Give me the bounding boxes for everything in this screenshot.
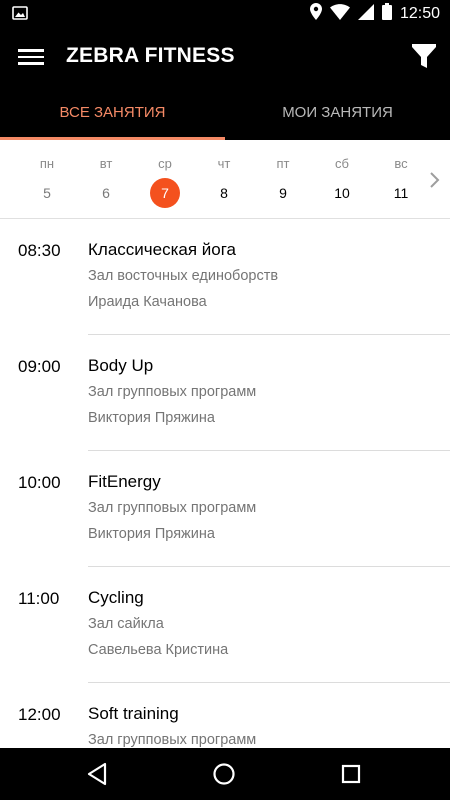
recents-icon[interactable] [340,762,366,786]
day-name: вт [99,156,113,171]
status-time: 12:50 [399,5,440,22]
day-name: сб [335,156,349,171]
menu-icon[interactable] [18,46,44,70]
session-title: Soft training [88,704,179,723]
session-room: Зал групповых программ [88,384,257,400]
session-room: Зал групповых программ [88,732,257,748]
system-nav-bar [0,748,450,800]
day-number: 8 [220,185,228,201]
day-thursday[interactable]: чт 8 [204,140,244,208]
session-room: Зал групповых программ [88,500,257,516]
location-icon [309,3,322,25]
day-number: 9 [279,185,287,201]
list-item[interactable]: 11:00 Cycling Зал сайкла Савельева Крист… [0,567,450,683]
filter-icon[interactable] [412,44,436,70]
session-list: 08:30 Классическая йога Зал восточных ед… [0,219,450,748]
tab-my-classes[interactable]: МОИ ЗАНЯТИЯ [225,88,450,140]
session-trainer: Виктория Пряжина [88,410,215,426]
session-time: 12:00 [18,705,61,724]
day-friday[interactable]: пт 9 [263,140,303,208]
session-time: 09:00 [18,357,61,376]
session-title: Cycling [88,588,144,607]
day-number: 5 [43,185,51,201]
wifi-icon [329,3,350,25]
chevron-right-icon[interactable] [428,170,442,190]
day-name: пт [276,156,290,171]
day-number: 10 [334,185,350,201]
tab-bar: ВСЕ ЗАНЯТИЯ МОИ ЗАНЯТИЯ [0,88,450,140]
battery-icon [381,3,392,25]
home-icon[interactable] [212,762,238,786]
session-room: Зал восточных единоборств [88,268,279,284]
session-title: Body Up [88,356,154,375]
day-name: пн [39,156,55,171]
day-tuesday[interactable]: вт 6 [86,140,126,208]
session-title: FitEnergy [88,472,161,491]
day-number: 11 [393,185,409,201]
day-monday[interactable]: пн 5 [27,140,67,208]
list-item[interactable]: 10:00 FitEnergy Зал групповых программ В… [0,451,450,567]
day-name: вс [394,156,408,171]
session-time: 11:00 [18,589,60,608]
day-name: чт [217,156,231,171]
day-wednesday[interactable]: ср 7 [145,140,185,208]
list-item[interactable]: 08:30 Классическая йога Зал восточных ед… [0,219,450,335]
tab-all-classes[interactable]: ВСЕ ЗАНЯТИЯ [0,88,225,140]
session-trainer: Ираида Качанова [88,294,207,310]
list-item[interactable]: 09:00 Body Up Зал групповых программ Вик… [0,335,450,451]
day-number: 6 [102,185,110,201]
session-trainer: Савельева Кристина [88,642,229,658]
day-name: ср [158,156,172,171]
session-trainer: Виктория Пряжина [88,526,215,542]
session-time: 08:30 [18,241,61,260]
back-icon[interactable] [86,762,112,786]
session-time: 10:00 [18,473,61,492]
day-sunday[interactable]: вс 11 [381,140,421,208]
session-room: Зал сайкла [88,616,164,632]
list-item[interactable]: 12:00 Soft training Зал групповых програ… [0,683,450,748]
day-saturday[interactable]: сб 10 [322,140,362,208]
week-calendar: пн 5 вт 6 ср 7 чт 8 пт 9 сб 10 вс 11 [0,140,450,219]
day-number-selected: 7 [150,178,180,208]
status-bar: 12:50 [0,0,450,28]
signal-icon [357,3,374,25]
app-bar: ZEBRA FITNESS [0,28,450,88]
session-title: Классическая йога [88,240,237,259]
app-title: ZEBRA FITNESS [66,44,235,67]
image-icon [12,6,28,25]
